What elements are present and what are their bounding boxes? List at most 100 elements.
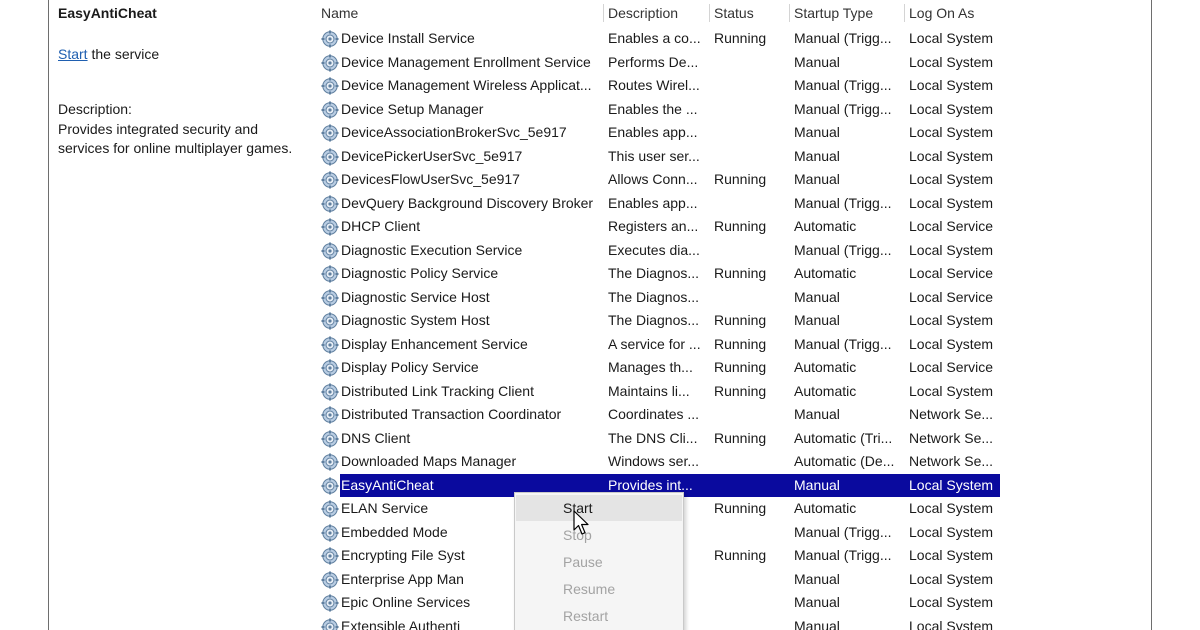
details-pane: EasyAntiCheat Start the service Descript… [49, 0, 311, 630]
service-log-on-as: Local System [909, 523, 994, 540]
gear-service-icon [321, 453, 339, 471]
service-log-on-as: Local System [909, 617, 994, 630]
column-header-name[interactable]: Name [321, 5, 607, 21]
service-name: DevQuery Background Discovery Broker [341, 194, 594, 211]
service-status: Running [714, 429, 767, 446]
service-name-cell: Diagnostic Policy Service [321, 262, 607, 286]
service-log-on-as: Local System [909, 241, 994, 258]
gear-service-icon [321, 547, 339, 565]
context-menu-item-stop[interactable]: Stop [516, 522, 682, 548]
service-name: DHCP Client [341, 218, 421, 234]
service-row[interactable]: Extensible Authentiensib...ManualLocal S… [311, 615, 1151, 630]
column-header-startup-type[interactable]: Startup Type [794, 5, 907, 21]
column-divider[interactable] [709, 4, 710, 22]
gear-service-icon [321, 406, 339, 424]
service-row[interactable]: Downloaded Maps Manager Windows ser... Aut… [311, 450, 1151, 474]
service-startup-type: Manual (Trigg... [794, 241, 892, 258]
service-description: Enables the ... [608, 100, 698, 117]
gear-service-icon [321, 594, 339, 612]
service-row[interactable]: DHCP Client Registers an... Running Automat… [311, 215, 1151, 239]
service-row[interactable]: DNS Client The DNS Cli... Running Automatic… [311, 427, 1151, 451]
service-name-cell: Diagnostic Service Host [321, 286, 607, 310]
service-row[interactable]: Device Management Enrollment Service Perf… [311, 51, 1151, 75]
service-row[interactable]: ELAN Service Running Automatic Local System [311, 497, 1151, 521]
service-row[interactable]: DevicesFlowUserSvc_5e917 Allows Conn... Ru… [311, 168, 1151, 192]
service-row[interactable]: Diagnostic System Host The Diagnos... Runn… [311, 309, 1151, 333]
service-name: Device Management Wireless Applicat... [341, 77, 592, 93]
service-description: Allows Conn... [608, 171, 698, 187]
service-row[interactable]: Diagnostic Policy Service The Diagnos... R… [311, 262, 1151, 286]
service-startup-type: Manual (Trigg... [794, 100, 892, 117]
service-description: This user ser... [608, 147, 700, 164]
service-row[interactable]: DeviceAssociationBrokerSvc_5e917 Enables … [311, 121, 1151, 145]
service-name: EasyAntiCheat [341, 476, 434, 493]
services-list: Name Description Status Startup Type Log… [311, 0, 1151, 630]
column-header-description[interactable]: Description [608, 5, 710, 21]
service-row[interactable]: DevicePickerUserSvc_5e917 This user ser..… [311, 145, 1151, 169]
service-description: Performs De... [608, 53, 699, 70]
service-description: Manages th... [608, 359, 693, 375]
service-log-on-as: Network Se... [909, 453, 994, 469]
service-name-cell: DevQuery Background Discovery Broker [321, 192, 607, 216]
service-name: Enterprise App Man [341, 570, 464, 587]
service-log-on-as: Local Service [909, 265, 994, 281]
service-description: The DNS Cli... [608, 429, 698, 446]
column-divider[interactable] [789, 4, 790, 22]
start-service-link[interactable]: Start [58, 46, 88, 62]
gear-service-icon [321, 336, 339, 354]
service-log-on-as: Local System [909, 382, 994, 399]
service-startup-type: Manual [794, 171, 840, 187]
gear-service-icon [321, 477, 339, 495]
service-name-cell: Device Install Service [321, 27, 607, 51]
service-name: Diagnostic System Host [341, 312, 490, 328]
gear-service-icon [321, 524, 339, 542]
service-log-on-as: Local System [909, 312, 994, 328]
service-row[interactable]: Display Policy Service Manages th... Runni… [311, 356, 1151, 380]
service-row[interactable]: DevQuery Background Discovery Broker Enab… [311, 192, 1151, 216]
context-menu-item-start[interactable]: Start [516, 495, 682, 521]
service-startup-type: Automatic [794, 218, 857, 234]
gear-service-icon [321, 124, 339, 142]
column-header-log-on-as[interactable]: Log On As [909, 5, 1011, 21]
service-log-on-as: Local System [909, 30, 994, 46]
service-name-cell: Display Policy Service [321, 356, 607, 380]
service-startup-type: Automatic (De... [794, 453, 895, 469]
column-divider[interactable] [603, 4, 604, 22]
context-menu-item-restart[interactable]: Restart [516, 603, 682, 629]
service-startup-type: Automatic [794, 265, 857, 281]
service-startup-type: Manual [794, 53, 840, 70]
service-status: Running [714, 359, 767, 375]
service-description: Registers an... [608, 218, 699, 234]
service-row[interactable]: Device Management Wireless Applicat... Ro… [311, 74, 1151, 98]
service-row[interactable]: Device Setup Manager Enables the ... Manua… [311, 98, 1151, 122]
service-row[interactable]: Distributed Link Tracking Client Maintain… [311, 380, 1151, 404]
service-startup-type: Manual (Trigg... [794, 194, 892, 211]
service-row[interactable]: EasyAntiCheat Provides int... Manual Local … [311, 473, 1151, 497]
service-row[interactable]: Diagnostic Execution Service Executes dia… [311, 239, 1151, 263]
action-suffix: the service [87, 46, 160, 62]
mouse-cursor-icon [573, 510, 589, 535]
service-name-cell: Downloaded Maps Manager [321, 450, 607, 474]
service-row[interactable]: Diagnostic Service Host The Diagnos... Man… [311, 286, 1151, 310]
service-startup-type: Manual (Trigg... [794, 77, 892, 93]
service-row[interactable]: Device Install Service Enables a co... Run… [311, 27, 1151, 51]
service-name: ELAN Service [341, 500, 429, 516]
column-divider[interactable] [904, 4, 905, 22]
selected-service-title: EasyAntiCheat [58, 5, 157, 21]
column-header-status[interactable]: Status [714, 5, 792, 21]
service-log-on-as: Local System [909, 476, 994, 493]
service-status: Running [714, 547, 767, 563]
service-name-cell: DevicePickerUserSvc_5e917 [321, 145, 607, 169]
service-row[interactable]: Enterprise App Mans ente...ManualLocal S… [311, 568, 1151, 592]
service-log-on-as: Local System [909, 53, 994, 70]
context-menu-item-pause[interactable]: Pause [516, 549, 682, 575]
service-row[interactable]: Encrypting File Systes the...RunningManu… [311, 544, 1151, 568]
gear-service-icon [321, 571, 339, 589]
service-startup-type: Manual [794, 312, 840, 328]
context-menu-item-resume[interactable]: Resume [516, 576, 682, 602]
service-row[interactable]: Distributed Transaction Coordinator Coord… [311, 403, 1151, 427]
service-name: Downloaded Maps Manager [341, 453, 517, 469]
service-row[interactable]: Embedded Modembedd...Manual (Trigg...Loc… [311, 521, 1151, 545]
service-row[interactable]: Display Enhancement Service A service for… [311, 333, 1151, 357]
service-row[interactable]: Epic Online Servicesackgr...ManualLocal … [311, 591, 1151, 615]
